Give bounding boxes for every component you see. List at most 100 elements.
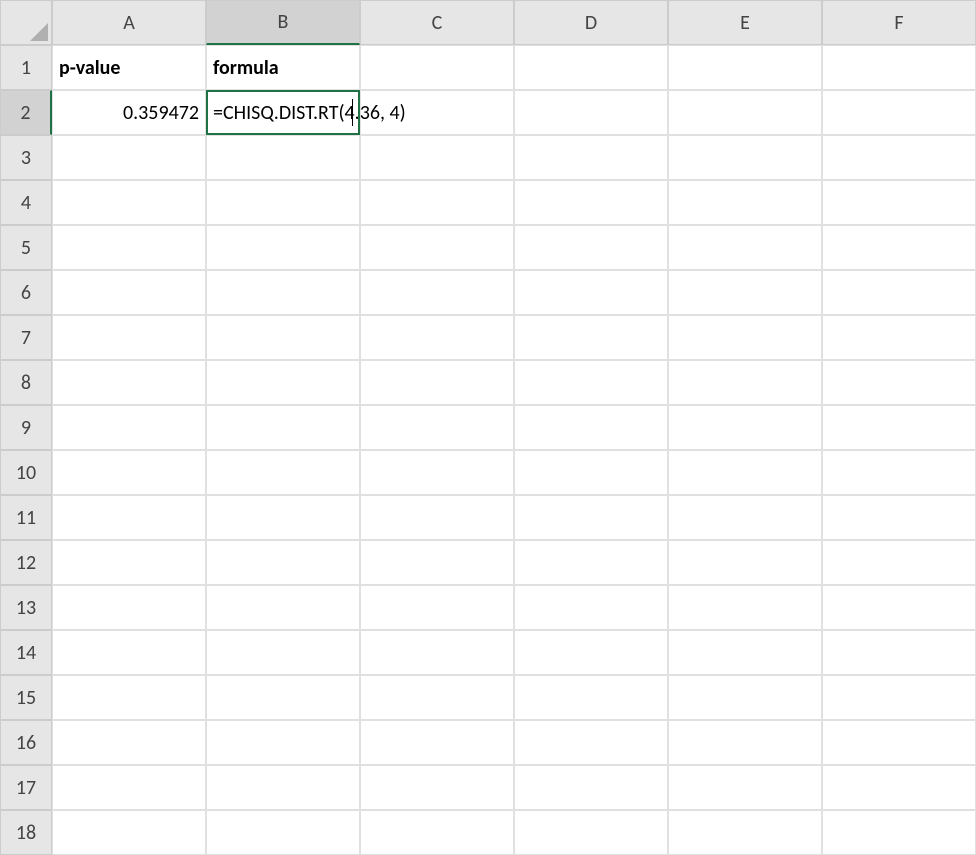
cell-B2[interactable]: =CHISQ.DIST.RT(4.36, 4) xyxy=(206,90,360,135)
cell-D7[interactable] xyxy=(514,315,668,360)
row-header-16[interactable]: 16 xyxy=(0,720,52,765)
cell-A8[interactable] xyxy=(52,360,206,405)
cell-D9[interactable] xyxy=(514,405,668,450)
cell-B13[interactable] xyxy=(206,585,360,630)
cell-B7[interactable] xyxy=(206,315,360,360)
cell-C18[interactable] xyxy=(360,810,514,855)
cell-D13[interactable] xyxy=(514,585,668,630)
cell-A12[interactable] xyxy=(52,540,206,585)
cell-F7[interactable] xyxy=(822,315,976,360)
cell-B12[interactable] xyxy=(206,540,360,585)
cell-F1[interactable] xyxy=(822,45,976,90)
cell-E6[interactable] xyxy=(668,270,822,315)
cell-F18[interactable] xyxy=(822,810,976,855)
cell-D3[interactable] xyxy=(514,135,668,180)
cell-E17[interactable] xyxy=(668,765,822,810)
cell-A10[interactable] xyxy=(52,450,206,495)
cell-F14[interactable] xyxy=(822,630,976,675)
cell-E14[interactable] xyxy=(668,630,822,675)
cell-E7[interactable] xyxy=(668,315,822,360)
row-header-9[interactable]: 9 xyxy=(0,405,52,450)
cell-E8[interactable] xyxy=(668,360,822,405)
cell-B5[interactable] xyxy=(206,225,360,270)
row-header-15[interactable]: 15 xyxy=(0,675,52,720)
row-header-2[interactable]: 2 xyxy=(0,90,52,135)
cell-F9[interactable] xyxy=(822,405,976,450)
row-header-1[interactable]: 1 xyxy=(0,45,52,90)
cell-D5[interactable] xyxy=(514,225,668,270)
cell-C6[interactable] xyxy=(360,270,514,315)
cell-C9[interactable] xyxy=(360,405,514,450)
cell-D14[interactable] xyxy=(514,630,668,675)
cell-B11[interactable] xyxy=(206,495,360,540)
cell-F6[interactable] xyxy=(822,270,976,315)
cell-A7[interactable] xyxy=(52,315,206,360)
cell-F12[interactable] xyxy=(822,540,976,585)
cell-B3[interactable] xyxy=(206,135,360,180)
cell-F10[interactable] xyxy=(822,450,976,495)
cell-B8[interactable] xyxy=(206,360,360,405)
cell-F8[interactable] xyxy=(822,360,976,405)
cell-C4[interactable] xyxy=(360,180,514,225)
row-header-4[interactable]: 4 xyxy=(0,180,52,225)
cell-A13[interactable] xyxy=(52,585,206,630)
row-header-18[interactable]: 18 xyxy=(0,810,52,855)
cell-D11[interactable] xyxy=(514,495,668,540)
cell-C8[interactable] xyxy=(360,360,514,405)
row-header-10[interactable]: 10 xyxy=(0,450,52,495)
cell-B14[interactable] xyxy=(206,630,360,675)
row-header-12[interactable]: 12 xyxy=(0,540,52,585)
cell-A4[interactable] xyxy=(52,180,206,225)
cell-B15[interactable] xyxy=(206,675,360,720)
column-header-A[interactable]: A xyxy=(52,0,206,45)
cell-A1[interactable]: p-value xyxy=(52,45,206,90)
cell-F16[interactable] xyxy=(822,720,976,765)
cell-A15[interactable] xyxy=(52,675,206,720)
cell-B10[interactable] xyxy=(206,450,360,495)
cell-D6[interactable] xyxy=(514,270,668,315)
cell-E10[interactable] xyxy=(668,450,822,495)
cell-D18[interactable] xyxy=(514,810,668,855)
cell-A11[interactable] xyxy=(52,495,206,540)
cell-F11[interactable] xyxy=(822,495,976,540)
spreadsheet-grid[interactable]: ABCDEF1p-valueformula20.359472=CHISQ.DIS… xyxy=(0,0,976,855)
cell-C11[interactable] xyxy=(360,495,514,540)
cell-B1[interactable]: formula xyxy=(206,45,360,90)
cell-D1[interactable] xyxy=(514,45,668,90)
cell-F15[interactable] xyxy=(822,675,976,720)
cell-E16[interactable] xyxy=(668,720,822,765)
column-header-D[interactable]: D xyxy=(514,0,668,45)
cell-F13[interactable] xyxy=(822,585,976,630)
cell-D8[interactable] xyxy=(514,360,668,405)
cell-D12[interactable] xyxy=(514,540,668,585)
cell-C17[interactable] xyxy=(360,765,514,810)
cell-C3[interactable] xyxy=(360,135,514,180)
cell-E13[interactable] xyxy=(668,585,822,630)
cell-D16[interactable] xyxy=(514,720,668,765)
cell-C12[interactable] xyxy=(360,540,514,585)
cell-F2[interactable] xyxy=(822,90,976,135)
row-header-14[interactable]: 14 xyxy=(0,630,52,675)
cell-B9[interactable] xyxy=(206,405,360,450)
row-header-11[interactable]: 11 xyxy=(0,495,52,540)
column-header-F[interactable]: F xyxy=(822,0,976,45)
cell-A5[interactable] xyxy=(52,225,206,270)
cell-E4[interactable] xyxy=(668,180,822,225)
cell-E11[interactable] xyxy=(668,495,822,540)
select-all-corner[interactable] xyxy=(0,0,52,45)
cell-A18[interactable] xyxy=(52,810,206,855)
cell-C16[interactable] xyxy=(360,720,514,765)
row-header-7[interactable]: 7 xyxy=(0,315,52,360)
cell-A6[interactable] xyxy=(52,270,206,315)
column-header-C[interactable]: C xyxy=(360,0,514,45)
cell-D10[interactable] xyxy=(514,450,668,495)
cell-B17[interactable] xyxy=(206,765,360,810)
cell-E2[interactable] xyxy=(668,90,822,135)
cell-A9[interactable] xyxy=(52,405,206,450)
cell-A14[interactable] xyxy=(52,630,206,675)
cell-A3[interactable] xyxy=(52,135,206,180)
cell-C13[interactable] xyxy=(360,585,514,630)
row-header-5[interactable]: 5 xyxy=(0,225,52,270)
row-header-17[interactable]: 17 xyxy=(0,765,52,810)
row-header-3[interactable]: 3 xyxy=(0,135,52,180)
